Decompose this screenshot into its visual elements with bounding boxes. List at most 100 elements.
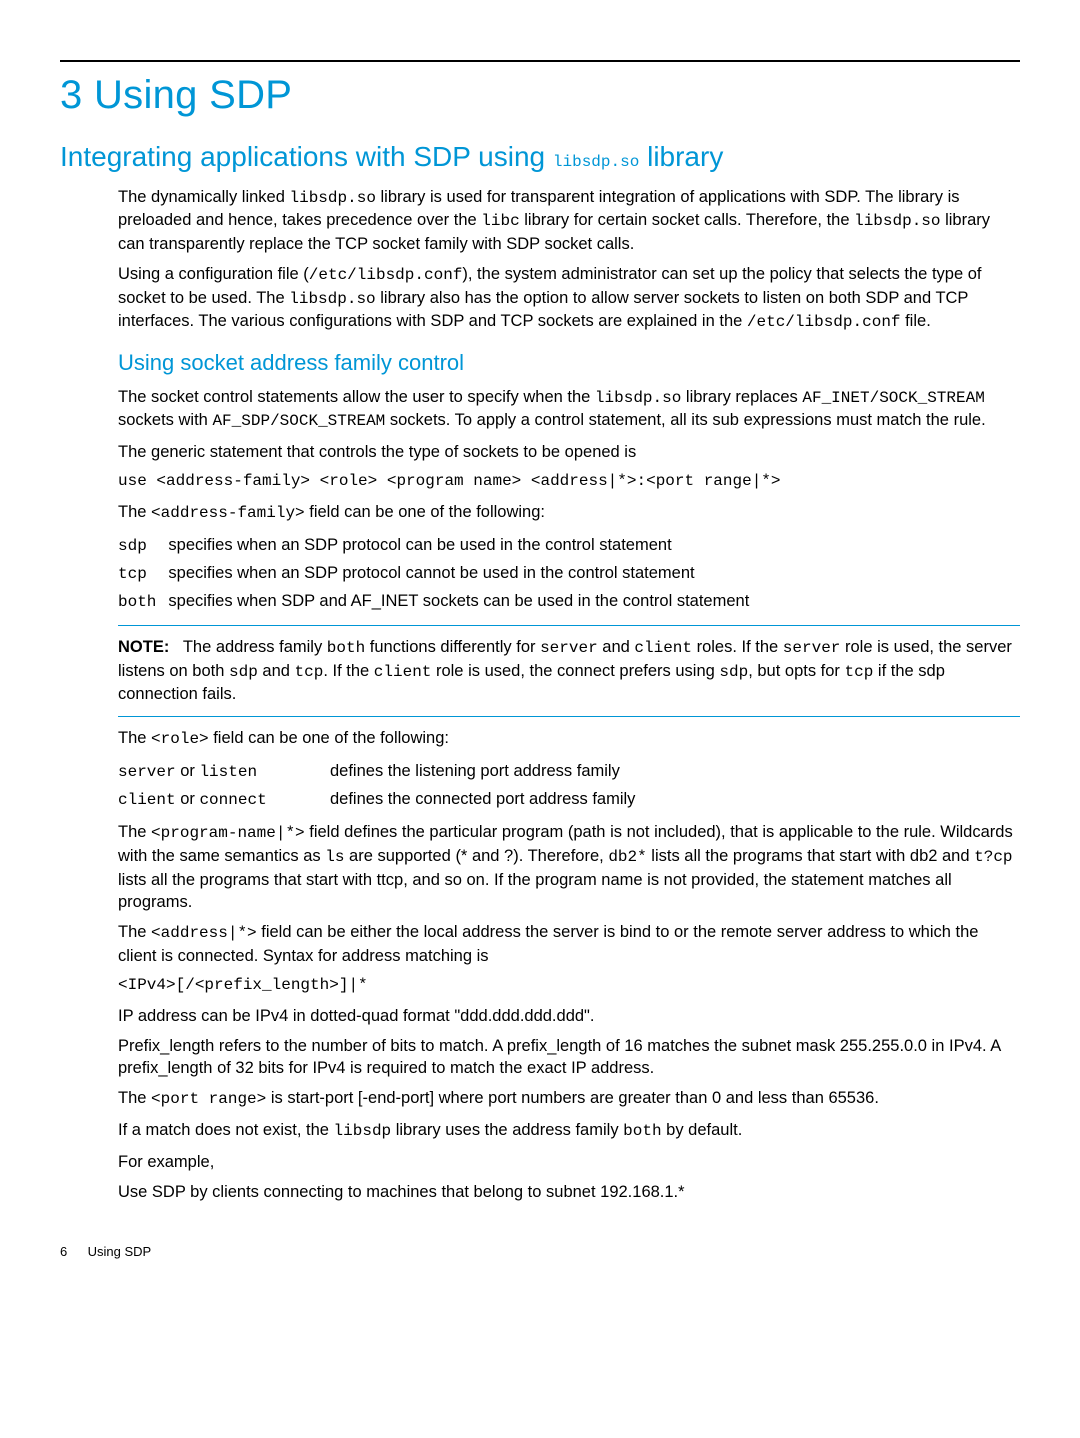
- text: by default.: [662, 1121, 743, 1139]
- code: libsdp: [334, 1122, 392, 1140]
- term: sdp: [118, 537, 147, 555]
- footer-label: Using SDP: [88, 1244, 152, 1259]
- paragraph: The <role> field can be one of the follo…: [118, 727, 1020, 751]
- text: The: [118, 503, 151, 521]
- text: If a match does not exist, the: [118, 1121, 334, 1139]
- text: lists all the programs that start with d…: [647, 847, 974, 865]
- code: <address-family>: [151, 504, 305, 522]
- text: The dynamically linked: [118, 188, 290, 206]
- text: and: [258, 662, 295, 680]
- paragraph: The generic statement that controls the …: [118, 441, 1020, 463]
- text: and: [598, 638, 635, 656]
- list-item: client or connect defines the connected …: [118, 786, 647, 814]
- code: ls: [325, 848, 344, 866]
- text: field can be one of the following:: [209, 729, 449, 747]
- text: library for certain socket calls. Theref…: [520, 211, 854, 229]
- list-item: server or listen defines the listening p…: [118, 758, 647, 786]
- text: library replaces: [681, 388, 802, 406]
- code-block: use <address-family> <role> <program nam…: [118, 471, 1020, 493]
- text: or: [176, 762, 200, 780]
- list-item: sdp specifies when an SDP protocol can b…: [118, 532, 761, 560]
- code: tcp: [295, 663, 324, 681]
- code: /etc/libsdp.conf: [747, 313, 901, 331]
- definition: specifies when an SDP protocol can be us…: [168, 532, 761, 560]
- code: db2*: [608, 848, 646, 866]
- term: tcp: [118, 565, 147, 583]
- list-item: tcp specifies when an SDP protocol canno…: [118, 560, 761, 588]
- code: libsdp.so: [595, 389, 681, 407]
- paragraph: Prefix_length refers to the number of bi…: [118, 1035, 1020, 1080]
- text: roles. If the: [692, 638, 783, 656]
- text: sockets. To apply a control statement, a…: [385, 411, 985, 429]
- text: Using a configuration file (: [118, 265, 309, 283]
- section-title: Integrating applications with SDP using …: [60, 138, 1020, 176]
- note-rule-bottom: [118, 716, 1020, 717]
- text: library uses the address family: [391, 1121, 623, 1139]
- term: both: [118, 593, 156, 611]
- code: <address|*>: [151, 924, 257, 942]
- code: client: [374, 663, 432, 681]
- paragraph: Using a configuration file (/etc/libsdp.…: [118, 263, 1020, 334]
- section-title-text: Integrating applications with SDP using …: [60, 141, 723, 172]
- text: , but opts for: [748, 662, 844, 680]
- paragraph: The <port range> is start-port [-end-por…: [118, 1087, 1020, 1111]
- term: client: [118, 791, 176, 809]
- text: The socket control statements allow the …: [118, 388, 595, 406]
- text: lists all the programs that start with t…: [118, 871, 952, 911]
- code: AF_SDP/SOCK_STREAM: [212, 412, 385, 430]
- code-block: <IPv4>[/<prefix_length>]|*: [118, 975, 1020, 997]
- note-label: NOTE:: [118, 638, 169, 656]
- definition: specifies when an SDP protocol cannot be…: [168, 560, 761, 588]
- text: are supported (* and ?). Therefore,: [344, 847, 608, 865]
- code: both: [327, 639, 365, 657]
- text: functions differently for: [365, 638, 540, 656]
- code: both: [623, 1122, 661, 1140]
- code: libsdp.so: [290, 189, 376, 207]
- code: server: [540, 639, 598, 657]
- code: /etc/libsdp.conf: [309, 266, 463, 284]
- definition: defines the listening port address famil…: [330, 758, 647, 786]
- code: libsdp.so: [854, 212, 940, 230]
- list-item: both specifies when SDP and AF_INET sock…: [118, 588, 761, 616]
- paragraph: The dynamically linked libsdp.so library…: [118, 186, 1020, 255]
- paragraph: If a match does not exist, the libsdp li…: [118, 1119, 1020, 1143]
- paragraph: The <program-name|*> field defines the p…: [118, 821, 1020, 913]
- text: The address family: [183, 638, 327, 656]
- code: server: [783, 639, 841, 657]
- code: client: [634, 639, 692, 657]
- paragraph: For example,: [118, 1151, 1020, 1173]
- code: sdp: [229, 663, 258, 681]
- role-list: server or listen defines the listening p…: [118, 758, 647, 813]
- text: sockets with: [118, 411, 212, 429]
- definition: specifies when SDP and AF_INET sockets c…: [168, 588, 761, 616]
- footer: 6 Using SDP: [60, 1243, 1020, 1261]
- code: tcp: [845, 663, 874, 681]
- text: The: [118, 1089, 151, 1107]
- text: field can be one of the following:: [305, 503, 545, 521]
- code: t?cp: [974, 848, 1012, 866]
- definition: defines the connected port address famil…: [330, 786, 647, 814]
- text: is start-port [-end-port] where port num…: [266, 1089, 879, 1107]
- code: sdp: [719, 663, 748, 681]
- code: AF_INET/SOCK_STREAM: [802, 389, 984, 407]
- code: <role>: [151, 730, 209, 748]
- code: <port range>: [151, 1090, 266, 1108]
- text: or: [176, 790, 200, 808]
- paragraph: The <address-family> field can be one of…: [118, 501, 1020, 525]
- code: libsdp.so: [289, 290, 375, 308]
- paragraph: The <address|*> field can be either the …: [118, 921, 1020, 967]
- text: . If the: [323, 662, 373, 680]
- note-rule-top: [118, 625, 1020, 626]
- address-family-list: sdp specifies when an SDP protocol can b…: [118, 532, 761, 615]
- text: file.: [901, 312, 931, 330]
- paragraph: Use SDP by clients connecting to machine…: [118, 1181, 1020, 1203]
- text: The: [118, 729, 151, 747]
- subsection-title: Using socket address family control: [118, 348, 1020, 378]
- chapter-title: 3 Using SDP: [60, 68, 1020, 122]
- text: role is used, the connect prefers using: [431, 662, 719, 680]
- term: listen: [199, 763, 257, 781]
- top-rule: [60, 60, 1020, 62]
- paragraph: The socket control statements allow the …: [118, 386, 1020, 433]
- note: NOTE: The address family both functions …: [118, 636, 1020, 705]
- text: The: [118, 823, 151, 841]
